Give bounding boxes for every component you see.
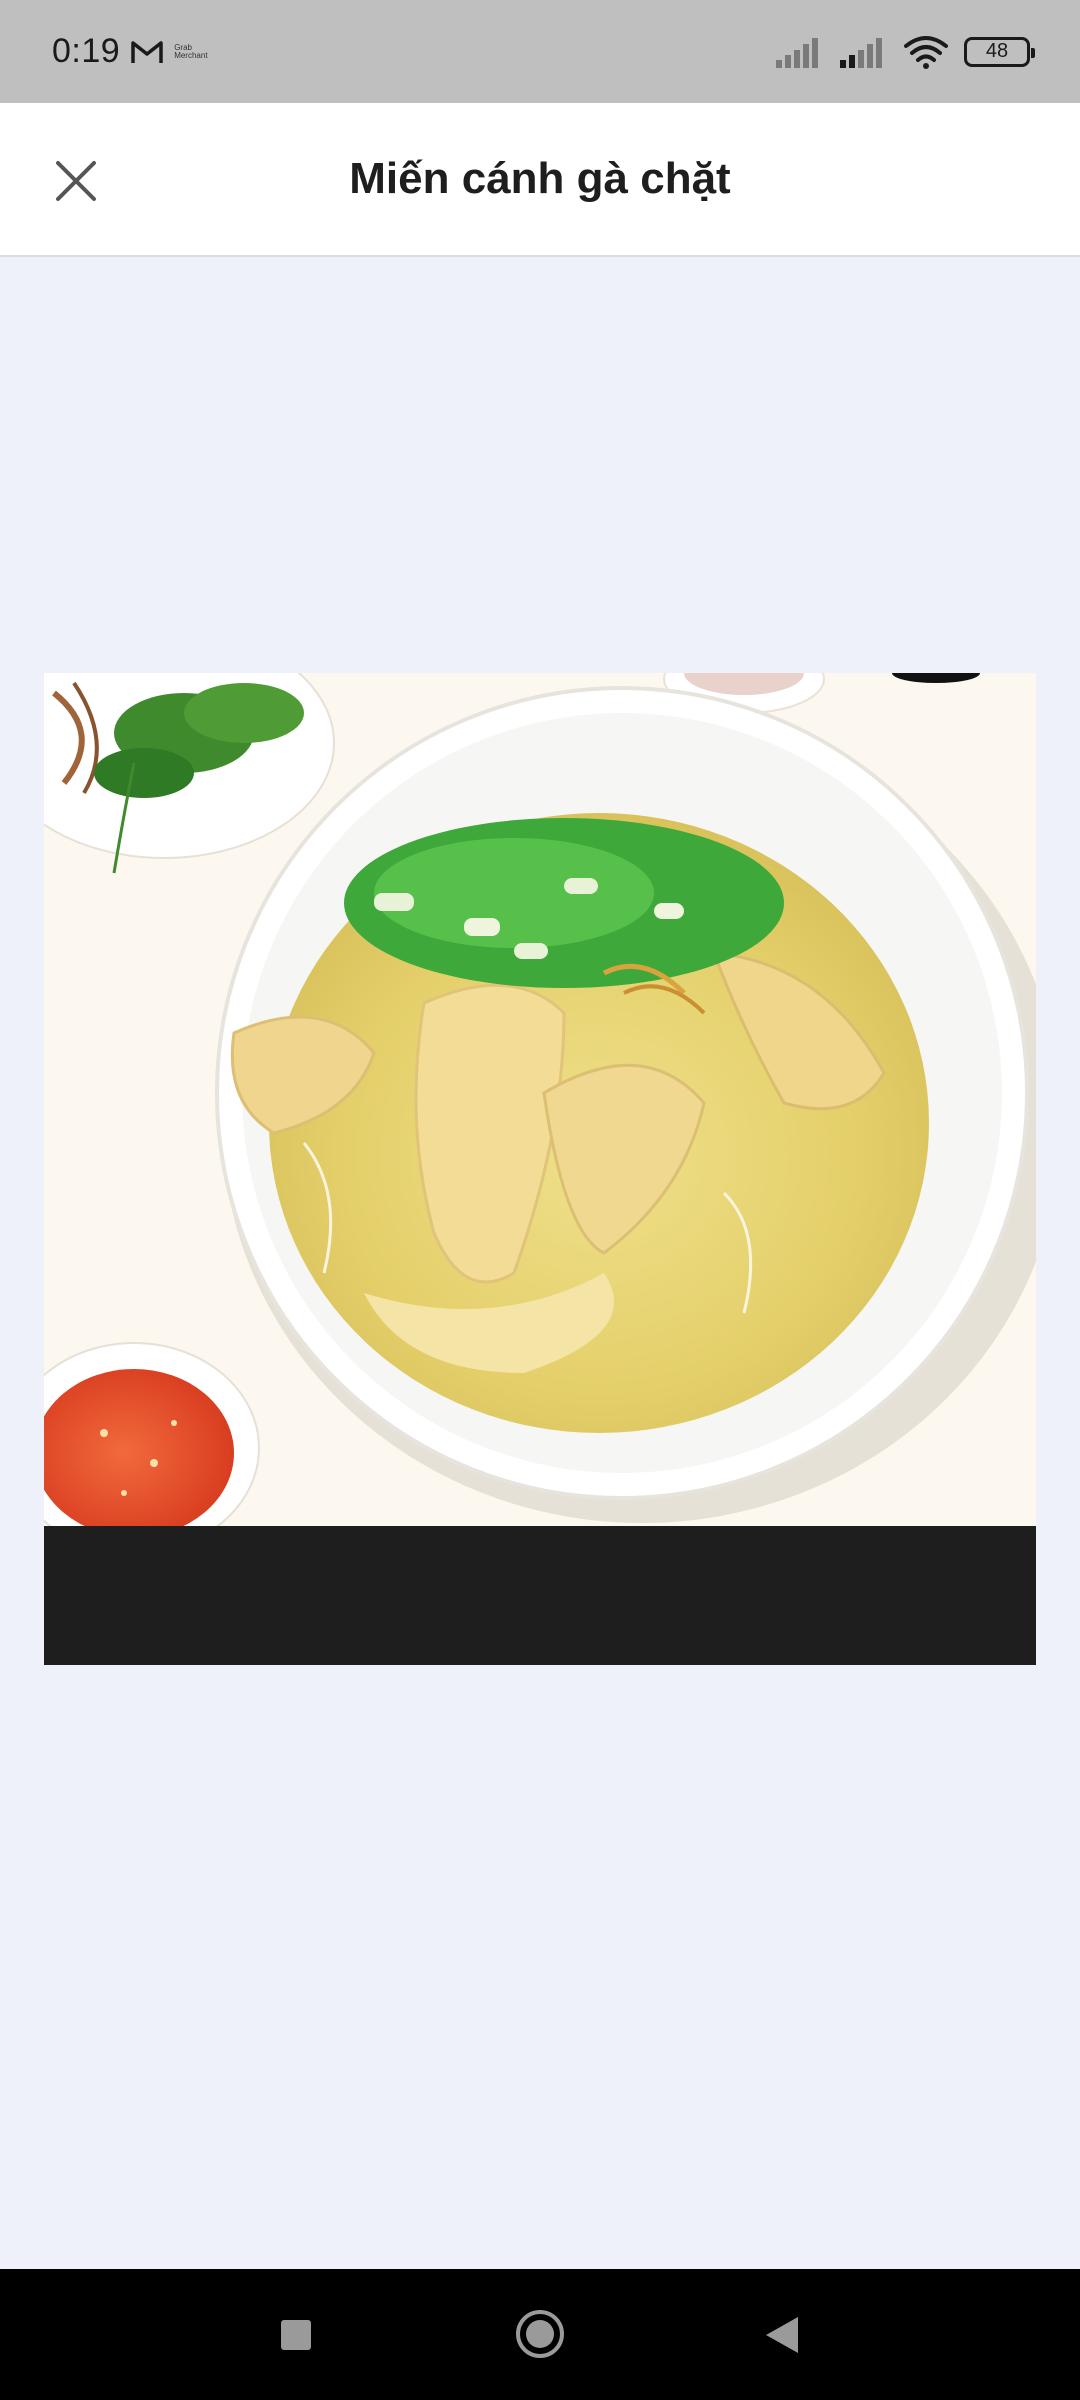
back-button[interactable] (760, 2310, 804, 2360)
square-icon (281, 2320, 311, 2350)
signal-1-icon (776, 37, 818, 68)
signal-2-icon (840, 37, 882, 68)
image-viewer (0, 257, 1080, 2269)
close-button[interactable] (44, 149, 108, 213)
gmail-icon (131, 40, 163, 63)
photo-illustration (44, 673, 1036, 1526)
status-right-group: 48 (774, 34, 1035, 70)
status-bar: 0:19 Grab Merchant 48 (0, 0, 1080, 103)
chicken-noodle-soup-photo[interactable] (44, 673, 1036, 1526)
image-caption-bar (44, 1526, 1036, 1665)
battery-level: 48 (985, 40, 1009, 62)
wifi-icon (904, 35, 948, 69)
app-header: Miến cánh gà chặt (0, 103, 1080, 257)
recents-button[interactable] (276, 2310, 316, 2360)
circle-icon (516, 2310, 564, 2358)
status-time: 0:19 (52, 32, 121, 70)
home-button[interactable] (512, 2306, 568, 2362)
triangle-back-icon (766, 2317, 798, 2353)
battery-indicator: 48 (964, 36, 1035, 67)
close-icon (56, 161, 96, 201)
page-title: Miến cánh gà chặt (349, 154, 731, 203)
notification-text: Grab Merchant (174, 42, 208, 60)
